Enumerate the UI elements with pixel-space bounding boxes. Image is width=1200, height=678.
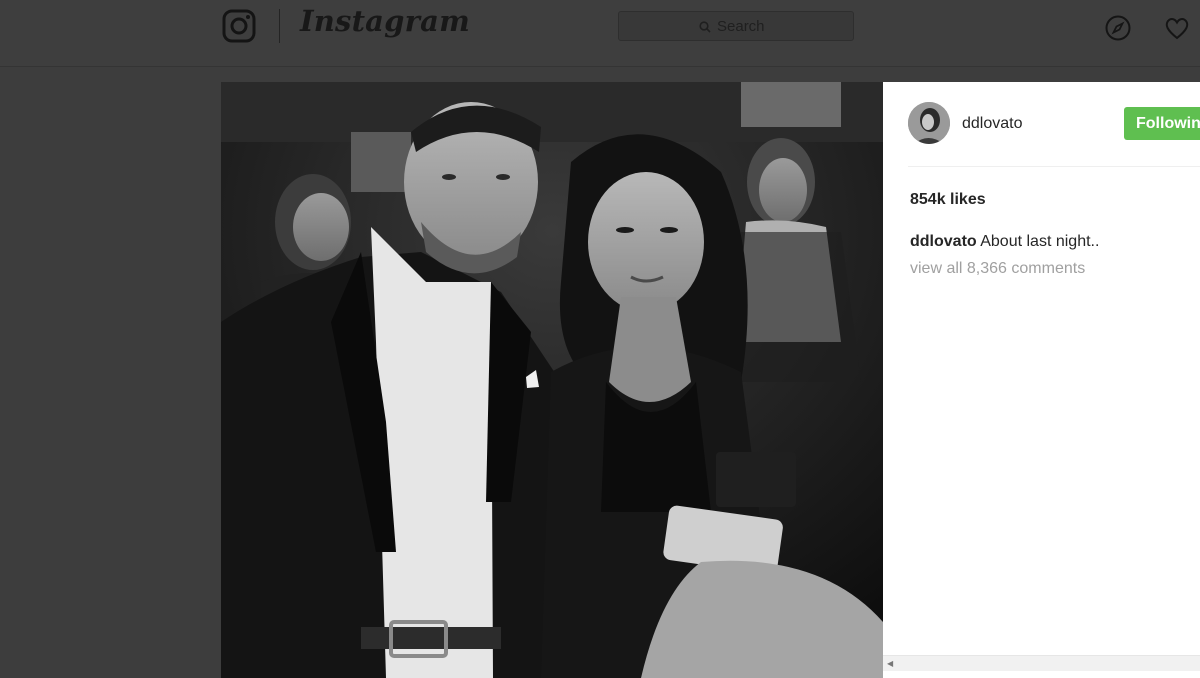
- view-comments-link[interactable]: view all 8,366 comments: [910, 260, 1085, 278]
- search-input[interactable]: Search: [618, 11, 854, 41]
- panel-divider: [908, 166, 1200, 167]
- horizontal-scrollbar[interactable]: ◀: [883, 655, 1200, 671]
- caption-username[interactable]: ddlovato: [910, 233, 977, 250]
- avatar-image: [908, 102, 950, 144]
- logo-divider: [279, 9, 280, 43]
- top-navigation: Instagram Search: [0, 0, 1200, 67]
- post-caption: ddlovato About last night..: [910, 233, 1099, 251]
- post-details-panel: ddlovato Following 854k likes ddlovato A…: [883, 82, 1200, 678]
- scroll-left-arrow-icon[interactable]: ◀: [887, 659, 893, 668]
- post-username[interactable]: ddlovato: [962, 115, 1023, 133]
- photo-image: [221, 82, 883, 678]
- search-placeholder: Search: [717, 18, 765, 35]
- likes-count[interactable]: 854k likes: [910, 191, 986, 209]
- instagram-camera-icon[interactable]: [222, 9, 256, 43]
- compass-icon[interactable]: [1104, 14, 1132, 42]
- heart-icon[interactable]: [1163, 14, 1191, 42]
- caption-text: About last night..: [980, 233, 1100, 250]
- instagram-wordmark[interactable]: Instagram: [300, 4, 470, 38]
- avatar[interactable]: [908, 102, 950, 144]
- post-photo[interactable]: [221, 82, 883, 678]
- search-icon: [699, 20, 711, 33]
- following-button[interactable]: Following: [1124, 107, 1200, 140]
